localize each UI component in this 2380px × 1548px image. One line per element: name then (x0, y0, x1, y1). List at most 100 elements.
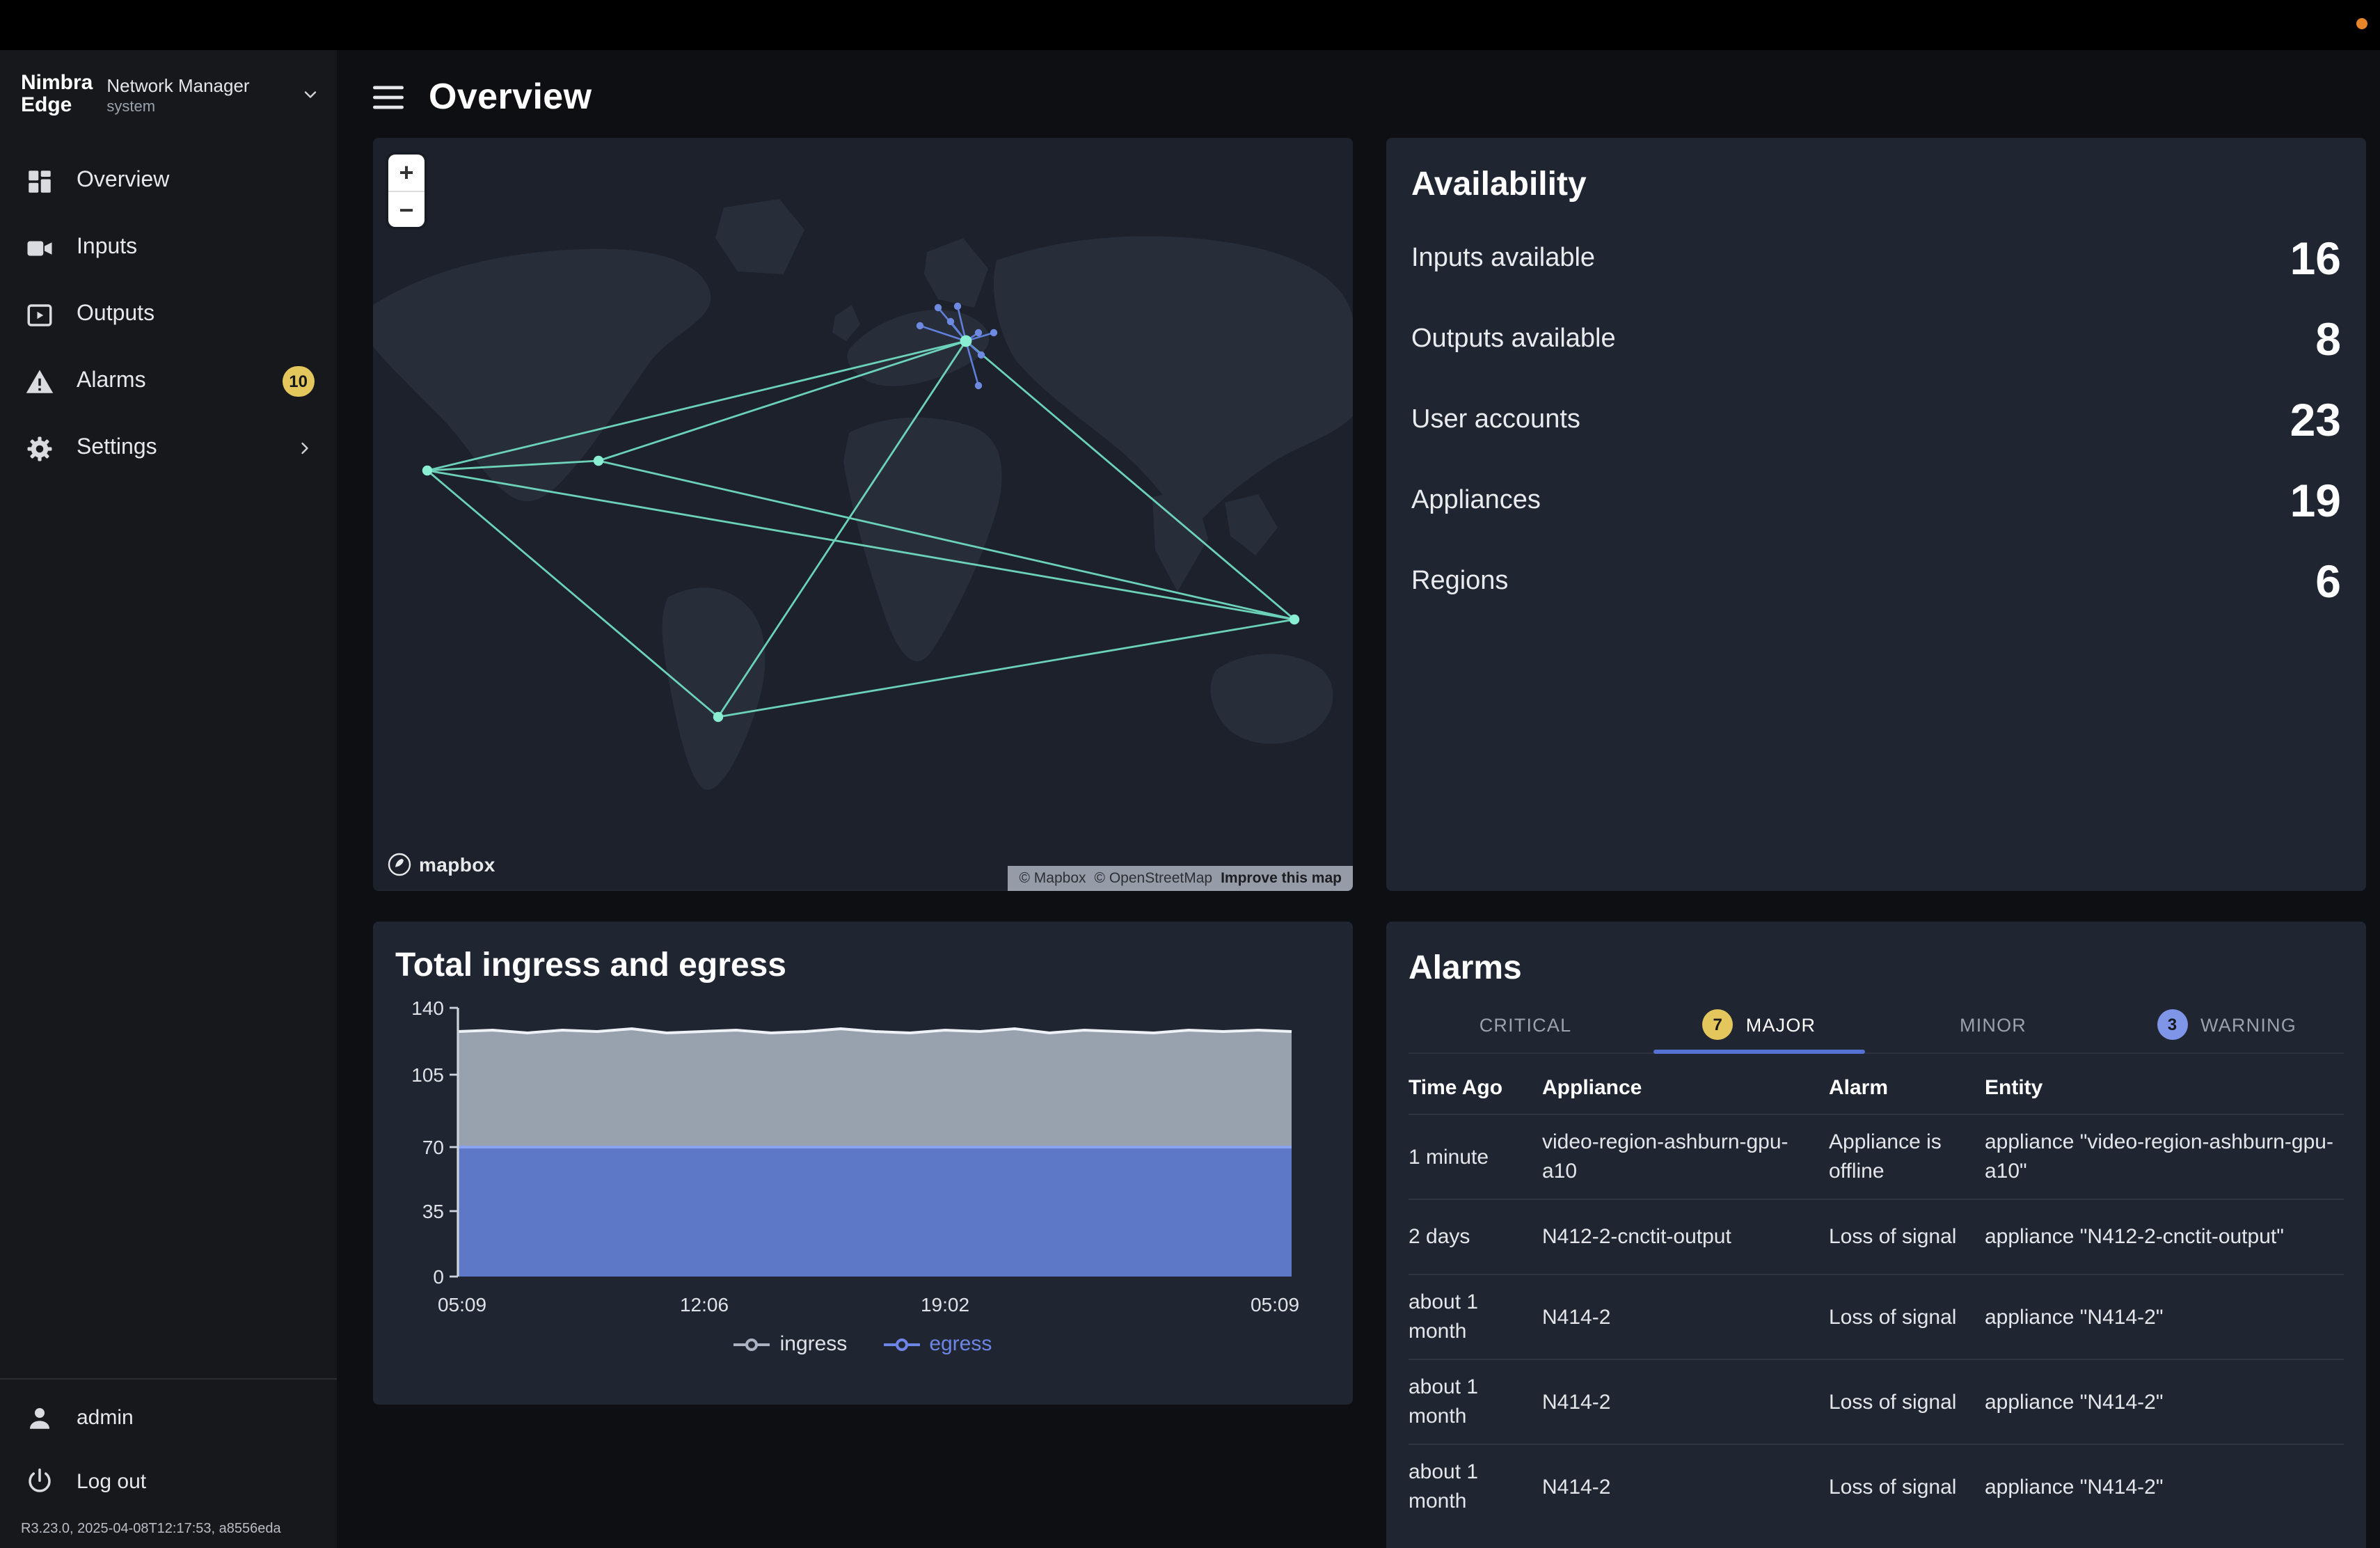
sidebar-item-overview[interactable]: Overview (0, 148, 337, 214)
chevron-down-icon (301, 85, 320, 104)
tab-minor[interactable]: MINOR (1876, 997, 2110, 1052)
availability-label: User accounts (1411, 405, 1580, 436)
y-tick: 0 (433, 1266, 444, 1288)
sidebar-item-alarms[interactable]: Alarms 10 (0, 348, 337, 415)
alarm-row[interactable]: about 1 month N414-2 Loss of signal appl… (1409, 1274, 2344, 1359)
mapbox-logo-text: mapbox (419, 853, 495, 876)
sidebar-item-label: Inputs (77, 235, 315, 260)
availability-value: 16 (2290, 232, 2341, 285)
sidebar-footer: admin Log out R3.23.0, 2025-04-08T12:17:… (0, 1378, 337, 1548)
legend-line-icon (734, 1337, 770, 1351)
map-zoom-control: + − (388, 155, 425, 227)
tab-warning[interactable]: 3 WARNING (2110, 997, 2344, 1052)
x-tick: 12:06 (680, 1294, 729, 1316)
major-count-badge: 7 (1703, 1009, 1734, 1040)
play-box-icon (25, 300, 54, 329)
alarms-table: Time Ago Appliance Alarm Entity 1 minute… (1409, 1059, 2344, 1529)
world-map[interactable]: + − mapbox © Mapbox © OpenStreetMap Impr… (373, 138, 1353, 891)
alarm-entity: appliance "N414-2" (1985, 1472, 2344, 1501)
zoom-in-button[interactable]: + (388, 155, 425, 191)
x-tick: 19:02 (921, 1294, 969, 1316)
availability-row: Appliances 19 (1411, 461, 2341, 542)
tab-label: CRITICAL (1479, 1014, 1572, 1035)
y-tick: 105 (411, 1064, 444, 1086)
logout-label: Log out (77, 1469, 146, 1493)
tab-label: WARNING (2200, 1014, 2296, 1035)
mapbox-logo[interactable]: mapbox (387, 852, 495, 877)
improve-map-link[interactable]: Improve this map (1221, 870, 1342, 887)
sidebar-item-inputs[interactable]: Inputs (0, 214, 337, 281)
osm-attribution-link[interactable]: © OpenStreetMap (1095, 870, 1213, 887)
col-header: Appliance (1542, 1076, 1807, 1100)
legend-ingress-label: ingress (780, 1332, 848, 1356)
availability-label: Appliances (1411, 486, 1541, 516)
legend-egress[interactable]: egress (883, 1332, 992, 1356)
alarm-appliance: N412-2-cnctit-output (1542, 1222, 1807, 1251)
tenant-switcher[interactable]: Network Manager system (106, 74, 320, 115)
tab-major[interactable]: 7 MAJOR (1642, 997, 1876, 1052)
mapbox-attribution-link[interactable]: © Mapbox (1020, 870, 1086, 887)
power-icon (25, 1467, 54, 1496)
warning-triangle-icon (25, 367, 54, 396)
mapbox-icon (387, 852, 412, 877)
availability-label: Inputs available (1411, 244, 1595, 274)
legend-egress-label: egress (929, 1332, 992, 1356)
alarm-appliance: N414-2 (1542, 1472, 1807, 1501)
availability-label: Outputs available (1411, 324, 1616, 355)
alarm-type: Loss of signal (1829, 1387, 1962, 1416)
chart-legend: ingress egress (395, 1332, 1331, 1356)
availability-row: Outputs available 8 (1411, 299, 2341, 380)
alarm-row[interactable]: 1 minute video-region-ashburn-gpu-a10 Ap… (1409, 1114, 2344, 1199)
tenant-name: Network Manager (106, 74, 301, 95)
sidebar: Nimbra Edge Network Manager system Overv… (0, 50, 337, 1548)
zoom-out-button[interactable]: − (388, 191, 425, 227)
alarms-title: Alarms (1409, 949, 2344, 988)
main-area: Overview (337, 50, 2380, 1548)
logout-button[interactable]: Log out (0, 1449, 337, 1513)
map-attribution: © Mapbox © OpenStreetMap Improve this ma… (1008, 866, 1354, 891)
alarm-appliance: N414-2 (1542, 1302, 1807, 1332)
legend-ingress[interactable]: ingress (734, 1332, 848, 1356)
username: admin (77, 1405, 134, 1429)
availability-title: Availability (1411, 166, 2341, 205)
video-camera-icon (25, 233, 54, 262)
page-header: Overview (337, 50, 2380, 138)
sidebar-item-outputs[interactable]: Outputs (0, 281, 337, 348)
sidebar-item-settings[interactable]: Settings (0, 415, 337, 482)
alarm-row[interactable]: about 1 month N414-2 Loss of signal appl… (1409, 1444, 2344, 1529)
y-tick: 140 (411, 997, 444, 1019)
alarm-type: Appliance is offline (1829, 1128, 1962, 1186)
alarm-entity: appliance "N414-2" (1985, 1387, 2344, 1416)
warning-count-badge: 3 (2157, 1009, 2188, 1040)
alarm-row[interactable]: 2 days N412-2-cnctit-output Loss of sign… (1409, 1199, 2344, 1274)
availability-value: 8 (2315, 313, 2341, 366)
x-tick: 05:09 (438, 1294, 486, 1316)
map-canvas (373, 138, 1353, 890)
user-row: admin (0, 1385, 337, 1449)
alarms-card: Alarms CRITICAL 7 MAJOR MINOR (1386, 922, 2366, 1548)
version-text: R3.23.0, 2025-04-08T12:17:53, a8556eda (0, 1513, 337, 1548)
alarm-type: Loss of signal (1829, 1472, 1962, 1501)
alarm-type: Loss of signal (1829, 1222, 1962, 1251)
alarm-entity: appliance "N414-2" (1985, 1302, 2344, 1332)
tab-critical[interactable]: CRITICAL (1409, 997, 1642, 1052)
dashboard-icon (25, 166, 54, 196)
chevron-right-icon (295, 439, 315, 458)
area-chart: 140 105 70 35 0 05:09 12:06 19:02 05:09 (395, 994, 1331, 1322)
tab-label: MAJOR (1746, 1014, 1816, 1035)
alarm-time: 2 days (1409, 1222, 1520, 1251)
availability-value: 6 (2315, 555, 2341, 608)
hamburger-menu-icon[interactable] (373, 84, 404, 109)
app: Nimbra Edge Network Manager system Overv… (0, 0, 2380, 1548)
alarm-entity: appliance "video-region-ashburn-gpu-a10" (1985, 1128, 2344, 1186)
col-header: Time Ago (1409, 1076, 1520, 1100)
tab-label: MINOR (1960, 1014, 2026, 1035)
availability-row: Inputs available 16 (1411, 219, 2341, 299)
gear-icon (25, 434, 54, 463)
brand-logo: Nimbra Edge (21, 72, 93, 117)
col-header: Entity (1985, 1076, 2344, 1100)
sidebar-item-label: Overview (77, 168, 315, 194)
legend-line-icon (883, 1337, 919, 1351)
user-icon (25, 1403, 54, 1432)
alarm-row[interactable]: about 1 month N414-2 Loss of signal appl… (1409, 1359, 2344, 1444)
